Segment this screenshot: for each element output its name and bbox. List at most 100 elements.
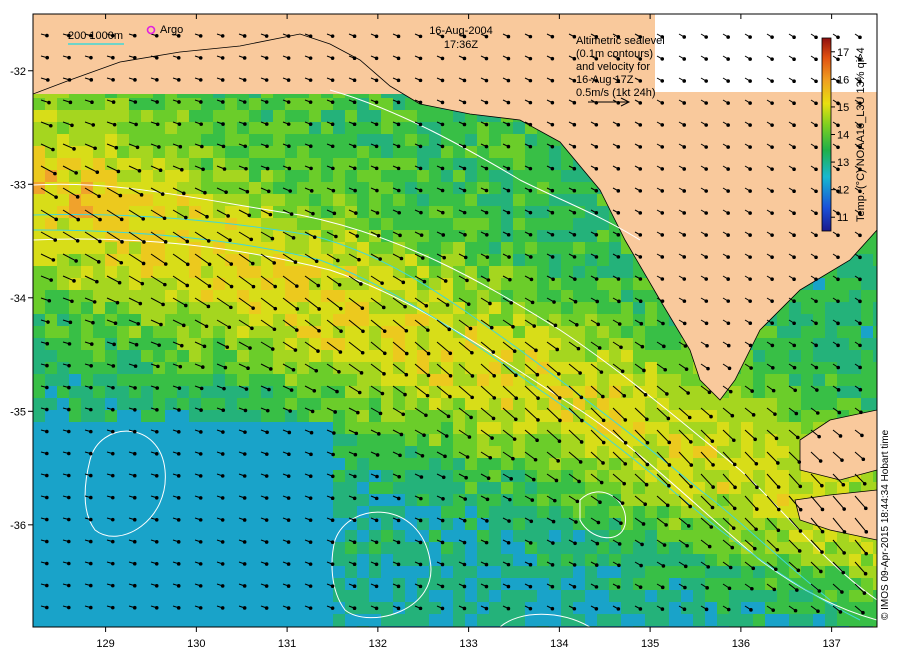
sst-pixel [297, 602, 309, 614]
sst-pixel [597, 290, 609, 302]
sst-pixel [357, 614, 369, 626]
sst-pixel [453, 278, 465, 290]
sst-pixel [537, 506, 549, 518]
sst-pixel [777, 410, 789, 422]
velocity-vector-head [75, 239, 80, 243]
sst-pixel [237, 458, 249, 470]
sst-pixel [69, 446, 81, 458]
sst-pixel [285, 506, 297, 518]
sst-pixel [165, 614, 177, 626]
sst-pixel [489, 314, 501, 326]
velocity-vector-head [337, 370, 341, 374]
sst-pixel [129, 494, 141, 506]
sst-pixel [861, 362, 873, 374]
sst-pixel [237, 278, 249, 290]
sst-pixel [561, 254, 573, 266]
sst-pixel [537, 458, 549, 470]
sst-pixel [93, 266, 105, 278]
sst-pixel [249, 518, 261, 530]
sst-pixel [681, 374, 693, 386]
velocity-vector-head [462, 188, 467, 193]
sst-pixel [429, 434, 441, 446]
sst-pixel [669, 554, 681, 566]
sst-pixel [417, 626, 429, 627]
sst-pixel [33, 266, 45, 278]
sst-pixel [405, 110, 417, 122]
sst-pixel [753, 350, 765, 362]
sst-pixel [177, 590, 189, 602]
sst-pixel [465, 242, 477, 254]
sst-pixel [309, 590, 321, 602]
velocity-vector-head [704, 321, 709, 326]
sst-pixel [477, 170, 489, 182]
sst-pixel [189, 350, 201, 362]
velocity-vector-head [111, 364, 116, 368]
sst-pixel [69, 566, 81, 578]
sst-pixel [189, 362, 201, 374]
sst-pixel [621, 602, 633, 614]
sst-pixel [165, 362, 177, 374]
sst-pixel [309, 374, 321, 386]
sst-pixel [573, 518, 585, 530]
velocity-vector-head [98, 239, 102, 244]
sst-pixel [513, 266, 525, 278]
velocity-vector-head [185, 283, 190, 288]
velocity-vector-head [353, 188, 357, 193]
sst-pixel [177, 350, 189, 362]
sst-pixel [633, 566, 645, 578]
sst-pixel [57, 362, 69, 374]
velocity-vector-head [133, 364, 138, 368]
sst-pixel [141, 350, 153, 362]
velocity-vector-head [462, 78, 467, 83]
sst-pixel [249, 170, 261, 182]
velocity-vector-head [638, 167, 643, 171]
sst-pixel [489, 386, 501, 398]
velocity-vector-head [506, 122, 511, 127]
sst-pixel [321, 434, 333, 446]
sst-pixel [801, 338, 813, 350]
velocity-vector-head [470, 395, 474, 400]
sst-pixel [225, 614, 237, 626]
sst-pixel [321, 590, 333, 602]
sst-pixel [513, 470, 525, 482]
sst-pixel [513, 542, 525, 554]
velocity-vector-head [682, 57, 687, 61]
velocity-vector-head [578, 371, 582, 375]
sst-pixel [417, 578, 429, 590]
sst-pixel [225, 506, 237, 518]
sst-pixel [201, 134, 213, 146]
sst-pixel [789, 302, 801, 314]
velocity-vector-head [528, 34, 533, 39]
sst-pixel [537, 278, 549, 290]
velocity-vector-head [728, 389, 733, 394]
sst-pixel [705, 398, 717, 410]
sst-pixel [765, 374, 777, 386]
sst-pixel [489, 530, 501, 542]
sst-pixel [477, 626, 489, 627]
velocity-vector-head [682, 321, 687, 326]
sst-pixel [429, 110, 441, 122]
sst-pixel [609, 410, 621, 422]
sst-pixel [621, 398, 633, 410]
velocity-vector-head [485, 232, 489, 237]
sst-pixel [225, 434, 237, 446]
sst-pixel [729, 602, 741, 614]
sst-pixel [297, 518, 309, 530]
sst-pixel [117, 338, 129, 350]
sst-pixel [285, 146, 297, 158]
sst-pixel [165, 122, 177, 134]
sst-pixel [225, 386, 237, 398]
sst-pixel [285, 134, 297, 146]
velocity-vector-head [792, 255, 796, 260]
sst-pixel [129, 362, 141, 374]
sst-pixel [765, 590, 777, 602]
sst-pixel [249, 542, 261, 554]
sst-pixel [741, 506, 753, 518]
velocity-vector-head [550, 100, 555, 105]
velocity-vector-head [532, 324, 537, 328]
sst-pixel [765, 506, 777, 518]
sst-pixel [33, 578, 45, 590]
velocity-vector-head [639, 321, 644, 326]
velocity-vector-head [572, 100, 577, 105]
velocity-vector-head [419, 210, 423, 215]
